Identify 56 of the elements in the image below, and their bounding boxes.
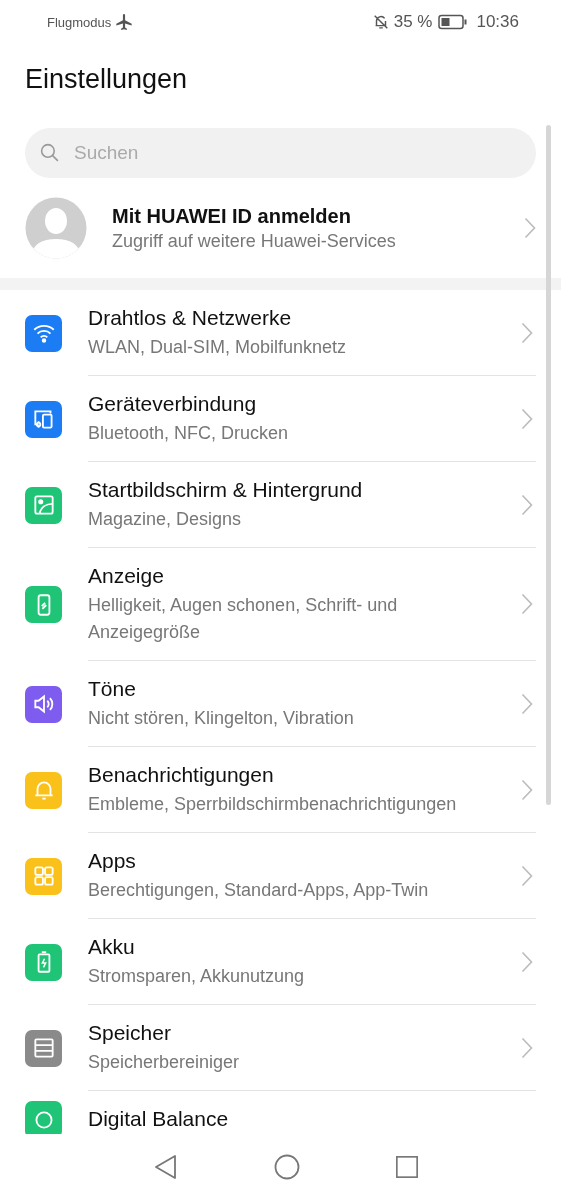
settings-item[interactable]: Digital Balance (0, 1091, 561, 1134)
chevron-right-icon (521, 407, 533, 430)
settings-item[interactable]: Geräteverbindung Bluetooth, NFC, Drucken (0, 376, 561, 462)
item-title: Töne (88, 676, 137, 702)
item-title: Speicher (88, 1020, 172, 1046)
item-subtitle: WLAN, Dual-SIM, Mobilfunknetz (88, 336, 348, 359)
chevron-right-icon (521, 321, 533, 344)
item-subtitle: Speicherbereiniger (88, 1051, 241, 1074)
page-title: Einstellungen (24, 63, 189, 96)
settings-item[interactable]: Benachrichtigungen Embleme, Sperrbildschirmbenachrichtigungen (0, 747, 561, 833)
item-subtitle: Nicht stören, Klingelton, Vibration (88, 707, 355, 730)
settings-item[interactable]: Apps Berechtigungen, Standard-Apps, App-Twin (0, 833, 561, 919)
airplane-mode-label: Flugmodus (47, 14, 112, 30)
battery-icon (438, 14, 469, 30)
chevron-right-icon (521, 864, 533, 887)
item-title: Benachrichtigungen (88, 762, 275, 788)
clock-time: 10:36 (476, 12, 519, 32)
settings-item[interactable]: Töne Nicht stören, Klingelton, Vibration (0, 661, 561, 747)
chevron-right-icon (521, 778, 533, 801)
account-subtitle: Zugriff auf weitere Huawei-Services (112, 230, 397, 252)
chevron-right-icon (521, 493, 533, 516)
bell-muted-icon (371, 13, 390, 31)
item-subtitle: Stromsparen, Akkunutzung (88, 965, 306, 988)
item-title: Drahtlos & Netzwerke (88, 305, 293, 331)
item-subtitle: Berechtigungen, Standard-Apps, App-Twin (88, 879, 430, 902)
chevron-right-icon (521, 950, 533, 973)
search-field[interactable]: Suchen (25, 128, 536, 178)
airplane-icon (115, 13, 134, 31)
account-row[interactable]: Mit HUAWEI ID anmelden Zugriff auf weitere Huawei-Services (0, 178, 561, 278)
settings-item[interactable]: Anzeige Helligkeit, Augen schonen, Schrift- und Anzeigegröße (0, 548, 561, 661)
item-title: Apps (88, 848, 137, 874)
item-subtitle: Helligkeit, Augen schonen, Schrift- und Anzeigegröße (88, 594, 399, 644)
search-icon (39, 142, 60, 163)
chevron-right-icon (524, 217, 536, 239)
item-subtitle: Embleme, Sperrbildschirmbenachrichtigungen (88, 793, 458, 816)
settings-item[interactable]: Startbildschirm & Hintergrund Magazine, Designs (0, 462, 561, 548)
settings-item[interactable]: Speicher Speicherbereiniger (0, 1005, 561, 1091)
settings-item[interactable]: Akku Stromsparen, Akkunutzung (0, 919, 561, 1005)
item-title: Geräteverbindung (88, 391, 258, 417)
item-title: Digital Balance (88, 1106, 230, 1132)
chevron-right-icon (521, 692, 533, 715)
battery-percent: 35 % (393, 12, 433, 32)
recent-apps-icon[interactable] (394, 1155, 419, 1179)
item-title: Anzeige (88, 563, 165, 589)
chevron-right-icon (521, 593, 533, 615)
chevron-right-icon (521, 1036, 533, 1059)
item-title: Startbildschirm & Hintergrund (88, 477, 364, 503)
item-title: Akku (88, 934, 136, 960)
item-subtitle: Magazine, Designs (88, 508, 243, 531)
settings-item[interactable]: Drahtlos & Netzwerke WLAN, Dual-SIM, Mobilfunknetz (0, 290, 561, 376)
scrollbar[interactable] (546, 125, 551, 805)
home-icon[interactable] (273, 1154, 300, 1180)
back-icon[interactable] (152, 1154, 179, 1180)
account-title: Mit HUAWEI ID anmelden (112, 204, 352, 228)
avatar-icon (25, 197, 87, 259)
item-subtitle: Bluetooth, NFC, Drucken (88, 422, 290, 445)
